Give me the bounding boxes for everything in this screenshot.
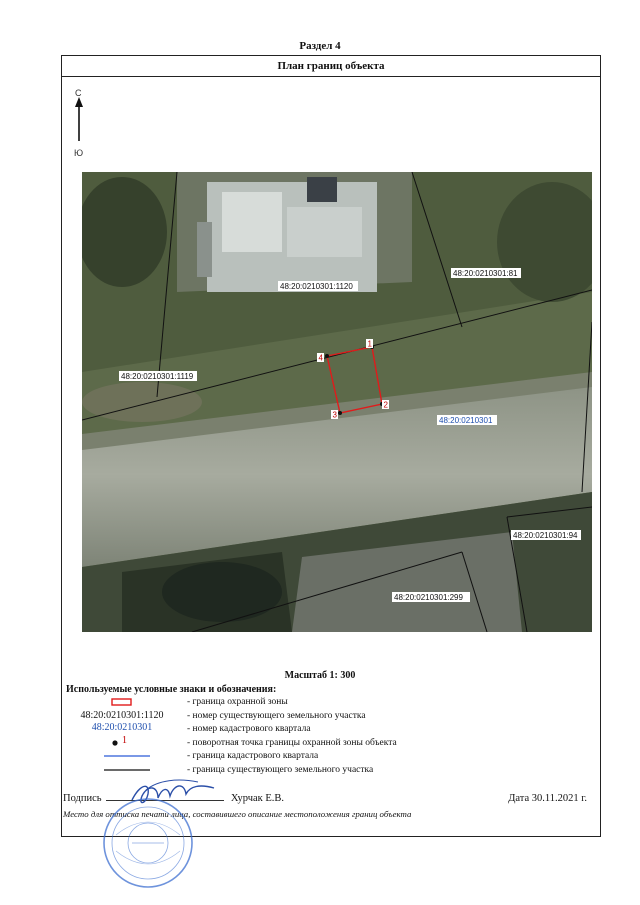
legend-quarter-number-symbol: 48:20:0210301 xyxy=(91,722,153,733)
signature-label: Подпись xyxy=(63,793,102,804)
legend-point-number: 1 xyxy=(122,735,127,746)
point-label-4: 4 xyxy=(319,354,324,363)
map-scale: Масштаб 1: 300 xyxy=(284,670,356,681)
legend-quarter-number-text: - номер кадастрового квартала xyxy=(187,724,311,734)
north-arrow-icon xyxy=(75,97,83,141)
signer-name: Хурчак Е.В. xyxy=(230,793,285,804)
legend-zone-symbol xyxy=(111,698,132,706)
point-label-3: 3 xyxy=(333,411,338,420)
signature-date: Дата 30.11.2021 г. xyxy=(508,793,587,804)
legend-parcel-number-symbol: 48:20:0210301:1120 xyxy=(80,710,164,721)
legend-point-text: - поворотная точка границы охранной зоны… xyxy=(187,738,397,748)
legend-quarter-line-text: - граница кадастрового квартала xyxy=(187,751,319,761)
plan-title: План границ объекта xyxy=(61,55,601,77)
point-label-1: 1 xyxy=(368,340,373,349)
legend-quarter-line xyxy=(104,755,150,757)
section-title: Раздел 4 xyxy=(299,40,341,52)
legend-zone-text: - граница охранной зоны xyxy=(187,697,288,707)
round-stamp xyxy=(103,798,193,888)
point-label-2: 2 xyxy=(384,401,389,410)
parcel-label-1119: 48:20:0210301:1119 xyxy=(121,372,194,381)
quarter-label: 48:20:0210301 xyxy=(439,416,493,425)
legend-parcel-number-text: - номер существующего земельного участка xyxy=(187,711,366,721)
parcel-label-81: 48:20:0210301:81 xyxy=(453,269,518,278)
south-label: Ю xyxy=(74,148,84,158)
legend-point-icon xyxy=(112,740,118,746)
parcel-label-1120: 48:20:0210301:1120 xyxy=(280,282,353,291)
legend-parcel-line xyxy=(104,769,150,771)
legend-parcel-line-text: - граница существующего земельного участ… xyxy=(187,765,374,775)
parcel-label-94: 48:20:0210301:94 xyxy=(513,531,578,540)
parcel-label-299: 48:20:0210301:299 xyxy=(394,593,464,602)
legend-title: Используемые условные знаки и обозначени… xyxy=(66,684,277,695)
satellite-map: 1 2 3 4 48:20:0210301:1120 48:20:0210301… xyxy=(82,172,592,632)
